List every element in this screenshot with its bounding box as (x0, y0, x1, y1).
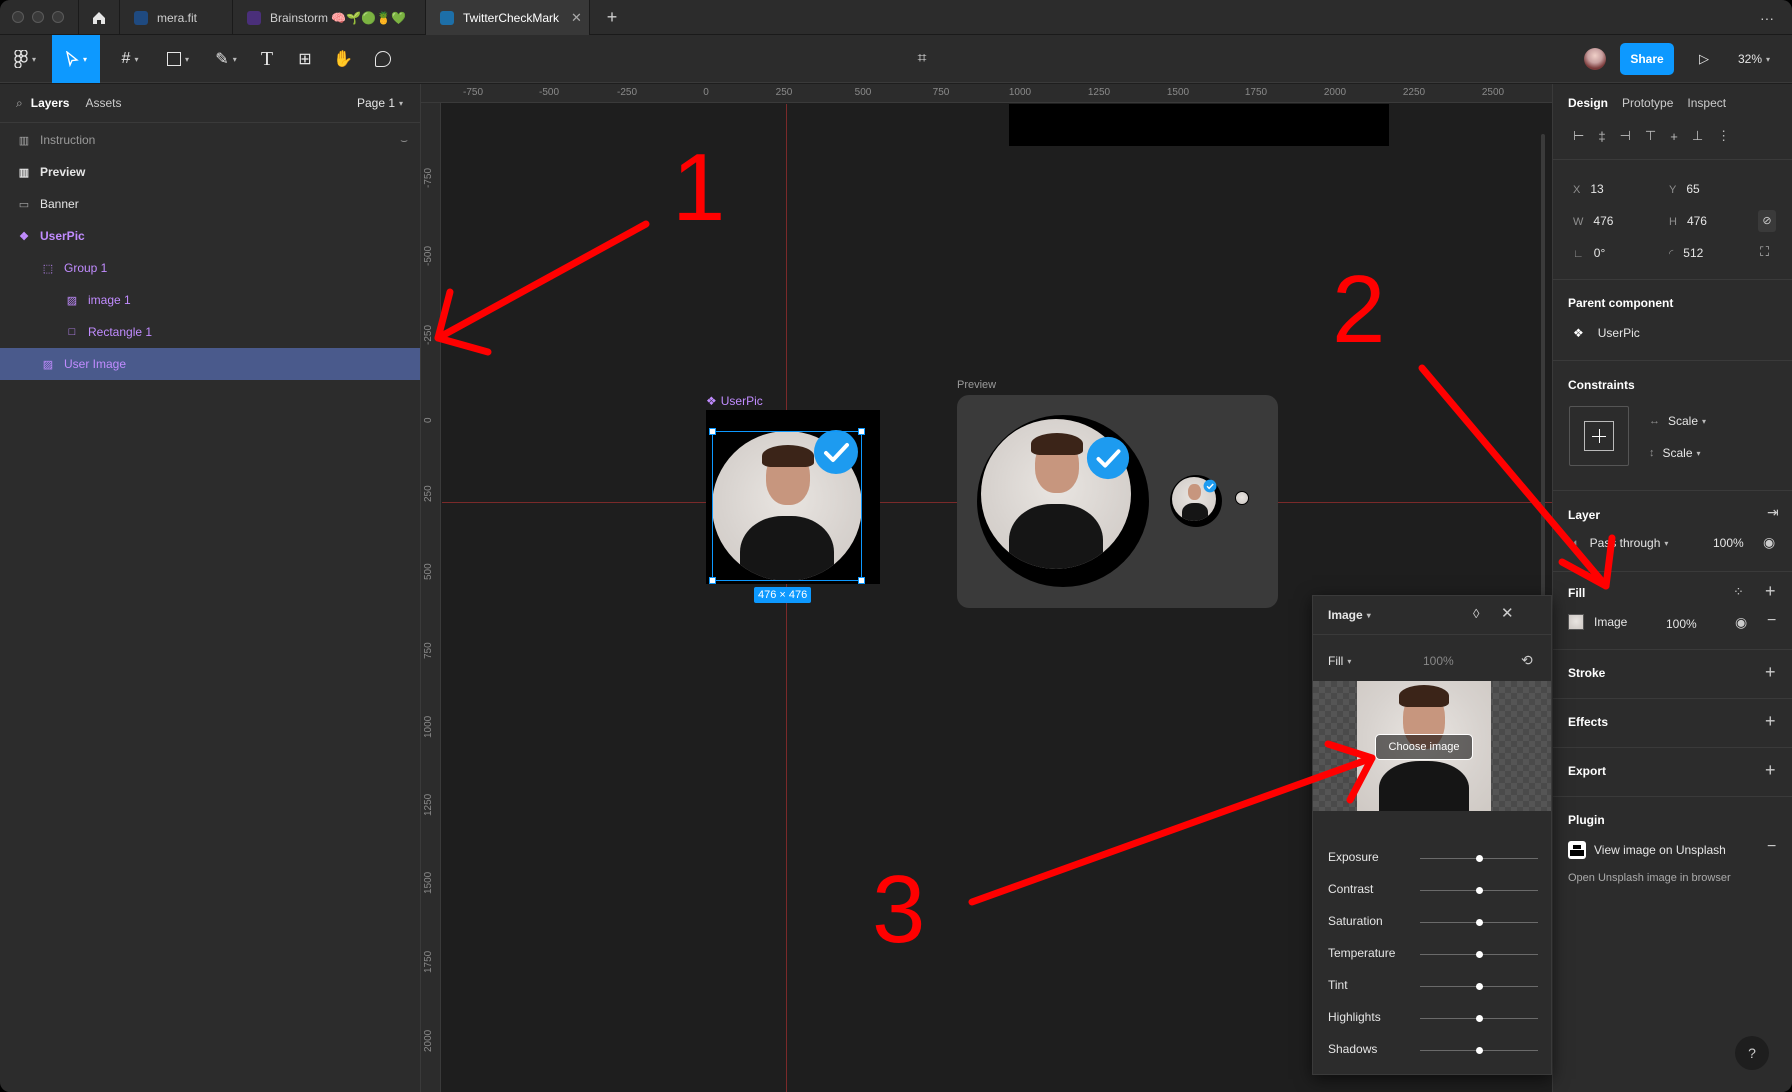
annotation-3: 3 (872, 856, 926, 963)
arrow-2-shaft (1418, 364, 1610, 590)
annotation-2: 2 (1332, 256, 1386, 363)
figma-window: mera.fit Brainstorm 🧠🌱🟢🍍💚 TwitterCheckMa… (0, 0, 1792, 1092)
annotation-1: 1 (672, 134, 726, 241)
arrow-1-shaft (434, 220, 650, 342)
arrow-3-shaft (968, 754, 1376, 906)
